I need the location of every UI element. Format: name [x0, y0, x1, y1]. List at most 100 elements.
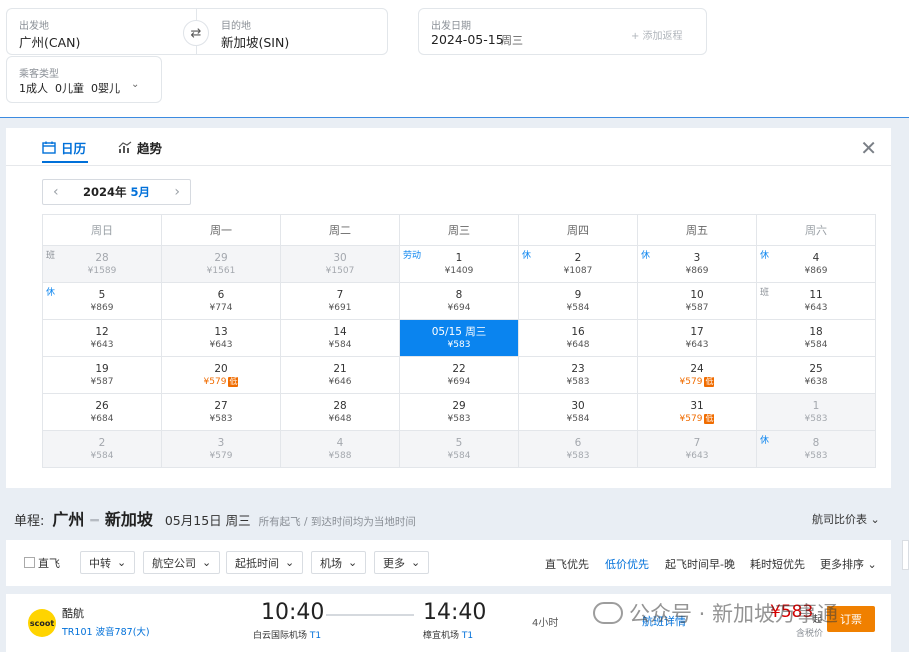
calendar-day-selected[interactable]: 05/15 周三 ¥583 [399, 319, 519, 357]
calendar-day[interactable]: 1 ¥583 [756, 393, 876, 431]
arrival-terminal: T1 [461, 631, 474, 641]
sort-departure[interactable]: 起飞时间早-晚 [665, 556, 735, 572]
calendar-day[interactable]: 14 ¥584 [280, 319, 400, 357]
from-city: 广州 [52, 510, 85, 529]
compare-link[interactable]: 航司比价表 ⌄ [812, 511, 880, 527]
filter-airline[interactable]: 航空公司 ⌄ [143, 551, 221, 574]
calendar-day[interactable]: 29 ¥583 [399, 393, 519, 431]
sort-price-low[interactable]: 低价优先 [605, 556, 649, 572]
arrival-airport-name: 樟宜机场 [423, 631, 460, 641]
filter-more[interactable]: 更多 ⌄ [374, 551, 430, 574]
day-price-wrap: ¥869 [757, 265, 875, 277]
filter-airport[interactable]: 机场 ⌄ [311, 551, 367, 574]
calendar-week: 12 ¥643 13 ¥643 14 ¥584 05/15 周三 ¥583 16 ¥648 17 ¥6… [42, 319, 876, 357]
day-number: 1 [812, 399, 820, 412]
holiday-badge: 休 [522, 251, 532, 261]
calendar-day[interactable]: 12 ¥643 [42, 319, 162, 357]
calendar-day[interactable]: 休 4 ¥869 [756, 245, 876, 283]
calendar-day[interactable]: 劳动 1 ¥1409 [399, 245, 519, 283]
day-number: 23 [571, 362, 585, 375]
calendar-day[interactable]: 8 ¥694 [399, 282, 519, 320]
calendar-day[interactable]: 6 ¥583 [518, 430, 638, 468]
calendar-day[interactable]: 3 ¥579 [161, 430, 281, 468]
calendar-day[interactable]: 7 ¥691 [280, 282, 400, 320]
to-field[interactable]: 目的地 新加坡(SIN) [196, 8, 388, 55]
weekday-header: 周五 [637, 214, 757, 246]
calendar-day[interactable]: 休 3 ¥869 [637, 245, 757, 283]
day-price: ¥774 [209, 302, 233, 313]
calendar-day[interactable]: 31 ¥579 低 [637, 393, 757, 431]
calendar-day[interactable]: 26 ¥684 [42, 393, 162, 431]
day-price: ¥583 [804, 413, 828, 424]
calendar-day[interactable]: 13 ¥643 [161, 319, 281, 357]
to-value: 新加坡(SIN) [221, 35, 290, 50]
flight-number[interactable]: TR101 波音787(大) [62, 624, 150, 638]
calendar-day[interactable]: 5 ¥584 [399, 430, 519, 468]
calendar-day[interactable]: 22 ¥694 [399, 356, 519, 394]
day-price-wrap: ¥774 [162, 302, 280, 314]
calendar-day[interactable]: 17 ¥643 [637, 319, 757, 357]
calendar-day[interactable]: 30 ¥584 [518, 393, 638, 431]
calendar-day[interactable]: 19 ¥587 [42, 356, 162, 394]
arrival-time: 14:40 [423, 600, 487, 625]
calendar-day[interactable]: 休 5 ¥869 [42, 282, 162, 320]
calendar-day[interactable]: 休 2 ¥1087 [518, 245, 638, 283]
date-field[interactable]: 出发日期 2024-05-15 周三 + 添加返程 [418, 8, 707, 55]
chevron-right-icon[interactable]: › [174, 184, 180, 200]
watermark: 公众号 · 新加坡万事通 [593, 598, 838, 628]
sort-more[interactable]: 更多排序 ⌄ [820, 556, 877, 572]
calendar-day[interactable]: 班 28 ¥1589 [42, 245, 162, 283]
filter-time[interactable]: 起抵时间 ⌄ [226, 551, 304, 574]
airline-logo: scoot [28, 609, 56, 637]
calendar-day[interactable]: 休 8 ¥583 [756, 430, 876, 468]
calendar-day[interactable]: 9 ¥584 [518, 282, 638, 320]
calendar-day[interactable]: 27 ¥583 [161, 393, 281, 431]
calendar-day[interactable]: 30 ¥1507 [280, 245, 400, 283]
calendar-day[interactable]: 班 11 ¥643 [756, 282, 876, 320]
day-price-wrap: ¥869 [43, 302, 161, 314]
day-price-wrap: ¥1589 [43, 265, 161, 277]
calendar-week: 班 28 ¥1589 29 ¥1561 30 ¥1507 劳动 1 ¥1409 休 2 ¥1087 休 3 ¥… [42, 245, 876, 283]
tab-calendar[interactable]: 日历 [42, 138, 86, 157]
day-number: 24 [690, 362, 704, 375]
holiday-badge: 休 [760, 251, 770, 261]
calendar-day[interactable]: 21 ¥646 [280, 356, 400, 394]
sort-duration[interactable]: 耗时短优先 [750, 556, 805, 572]
swap-icon[interactable]: ⇄ [183, 20, 209, 46]
calendar-day[interactable]: 7 ¥643 [637, 430, 757, 468]
calendar-day[interactable]: 23 ¥583 [518, 356, 638, 394]
from-field[interactable]: 出发地 广州(CAN) [6, 8, 196, 55]
calendar-day[interactable]: 28 ¥648 [280, 393, 400, 431]
day-price-wrap: ¥583 [757, 450, 875, 462]
add-return-button[interactable]: + 添加返程 [631, 27, 683, 42]
day-number: 5 [98, 288, 106, 301]
month-selector: ‹ 2024年 5月 › [42, 179, 191, 205]
day-price: ¥583 [566, 376, 590, 387]
calendar-day[interactable]: 20 ¥579 低 [161, 356, 281, 394]
filter-transfer[interactable]: 中转 ⌄ [80, 551, 136, 574]
calendar-day[interactable]: 29 ¥1561 [161, 245, 281, 283]
chevron-left-icon[interactable]: ‹ [53, 184, 59, 200]
calendar-day[interactable]: 24 ¥579 低 [637, 356, 757, 394]
day-number: 12 [95, 325, 109, 338]
calendar-day[interactable]: 4 ¥588 [280, 430, 400, 468]
calendar-day[interactable]: 25 ¥638 [756, 356, 876, 394]
passenger-field[interactable]: 乘客类型 1成人 0儿童 0婴儿 ⌄ [6, 56, 162, 103]
tab-trend[interactable]: 趋势 [118, 138, 162, 157]
direct-checkbox[interactable] [24, 557, 35, 568]
calendar-day[interactable]: 6 ¥774 [161, 282, 281, 320]
close-icon[interactable]: ✕ [860, 136, 877, 160]
day-number: 26 [95, 399, 109, 412]
day-price: ¥643 [804, 302, 828, 313]
calendar-day[interactable]: 2 ¥584 [42, 430, 162, 468]
day-price: ¥587 [685, 302, 709, 313]
passenger-child: 0儿童 [55, 82, 84, 95]
chevron-down-icon[interactable]: ⌄ [131, 79, 139, 90]
chevron-down-icon: ⌄ [285, 556, 295, 569]
calendar-day[interactable]: 16 ¥648 [518, 319, 638, 357]
day-number: 6 [217, 288, 225, 301]
sort-direct-first[interactable]: 直飞优先 [545, 556, 589, 572]
day-number: 2 [574, 251, 582, 264]
calendar-day[interactable]: 10 ¥587 [637, 282, 757, 320]
calendar-day[interactable]: 18 ¥584 [756, 319, 876, 357]
